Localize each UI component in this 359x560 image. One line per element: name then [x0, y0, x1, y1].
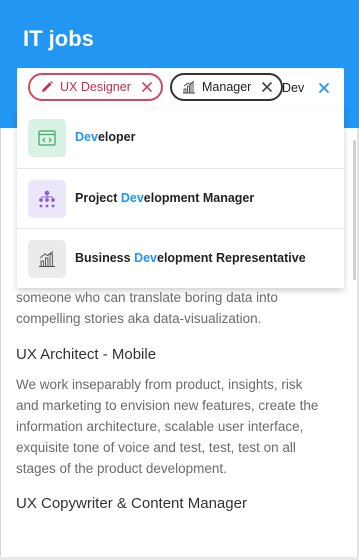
chip-manager[interactable]: Manager: [170, 73, 284, 101]
clear-search-icon[interactable]: [316, 80, 332, 96]
description-line: information architecture, scalable user …: [16, 419, 304, 434]
dropdown-option[interactable]: Project Development Manager: [17, 168, 344, 228]
pencil-icon: [40, 80, 54, 94]
option-label: Project Development Manager: [75, 191, 255, 205]
close-icon[interactable]: [259, 79, 275, 95]
chip-label: UX Designer: [60, 80, 131, 94]
job-description-partial: someone who can translate boring data in…: [16, 287, 342, 329]
job-title[interactable]: UX Architect - Mobile: [16, 346, 156, 363]
job-description: We work inseparably from product, insigh…: [16, 374, 342, 479]
dropdown-option[interactable]: Business Development Representative: [17, 228, 344, 288]
description-line: compelling stories aka data-visualizatio…: [16, 311, 262, 326]
close-icon[interactable]: [139, 79, 155, 95]
panel-border-left: [0, 128, 1, 560]
search-bar[interactable]: UX Designer Manager: [17, 68, 344, 108]
page-title: IT jobs: [23, 26, 94, 51]
option-label: Business Development Representative: [75, 251, 306, 265]
description-line: someone who can translate boring data in…: [16, 290, 278, 305]
org-chart-icon: [28, 180, 66, 218]
option-label: Developer: [75, 130, 136, 144]
description-line: exquisite tone of voice and test, test, …: [16, 440, 296, 455]
job-title[interactable]: UX Copywriter & Content Manager: [16, 495, 247, 512]
code-window-icon: [28, 119, 66, 157]
scrollbar[interactable]: [353, 140, 356, 280]
chip-label: Manager: [202, 80, 252, 94]
chip-ux-designer[interactable]: UX Designer: [28, 73, 163, 101]
description-line: and marketing to envision new features, …: [16, 398, 319, 413]
description-line: We work inseparably from product, insigh…: [16, 377, 303, 392]
bar-chart-icon: [28, 240, 66, 278]
bar-chart-icon: [182, 80, 196, 94]
autocomplete-dropdown: Developer Project Development Manager Bu…: [17, 108, 344, 288]
description-line: stages of the product development.: [16, 461, 227, 476]
dropdown-option[interactable]: Developer: [17, 108, 344, 168]
search-input[interactable]: [282, 78, 310, 98]
